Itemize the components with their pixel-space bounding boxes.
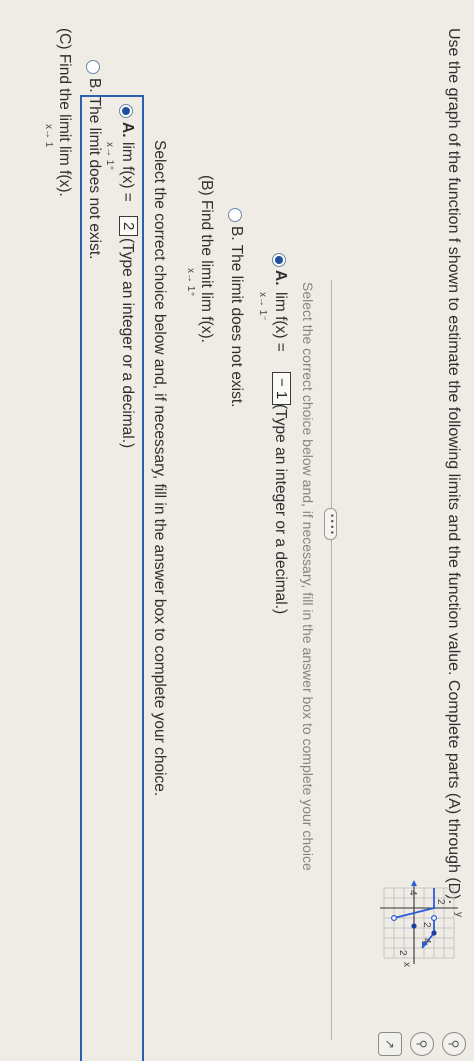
zoom-in-icon: ⚲ [447, 1039, 461, 1049]
prev-choice-b: B. The limit does not exist. [228, 226, 245, 408]
answer-border-bottom [80, 95, 82, 1061]
part-b-sub: x→ 1⁺ [185, 268, 196, 297]
graph-y-label: y [453, 912, 464, 917]
instruction-text: Use the graph of the function f shown to… [445, 28, 462, 905]
choice-b: B. The limit does not exist. [86, 78, 103, 260]
choice-a-hint: (Type an integer or a decimal.) [119, 238, 136, 449]
select-prompt-cut: Select the correct choice below and, if … [300, 282, 316, 871]
closed-point [411, 923, 417, 929]
graph-tick-2-right: 2 [421, 922, 432, 928]
zoom-out-button[interactable]: ⚲ [410, 1032, 434, 1056]
prev-choice-a-label: A. [272, 270, 289, 286]
choice-a-label: A. [119, 122, 136, 138]
screen: Use the graph of the function f shown to… [0, 0, 474, 1061]
more-button[interactable]: • • • • [324, 508, 337, 540]
choice-a-radio[interactable] [119, 104, 133, 118]
prev-lim-sub: x→ 1⁻ [257, 292, 268, 321]
zoom-in-button[interactable]: ⚲ [442, 1032, 466, 1056]
graph-tick-4: 4 [407, 890, 418, 896]
popout-icon: ↗ [383, 1038, 397, 1050]
graph-tick-2: 2 [435, 899, 446, 905]
lim-text: lim f(x) = [119, 142, 136, 202]
prev-answer-box[interactable]: − 1 [272, 372, 291, 406]
graph-x-label: x [401, 962, 412, 967]
prev-hint: (Type an integer or a decimal.) [272, 404, 289, 615]
open-point-2 [430, 914, 437, 921]
open-point [391, 914, 398, 921]
separator [331, 280, 332, 1040]
graph-svg [380, 880, 458, 964]
closed-point-2 [431, 930, 437, 936]
answer-box[interactable]: 2 [119, 216, 138, 237]
part-c-sub: x→ 1 [43, 124, 54, 148]
function-graph[interactable]: y x 4 2 2 4 2 [376, 878, 464, 968]
lim-sub: x→ 1⁺ [104, 142, 115, 171]
select-prompt: Select the correct choice below and, if … [151, 140, 168, 797]
prev-lim-text: lim f(x) = [272, 292, 289, 352]
popout-button[interactable]: ↗ [378, 1032, 402, 1056]
graph-tick-neg2: 2 [397, 950, 408, 956]
answer-border-top [142, 95, 144, 1061]
prev-choice-a-radio[interactable] [272, 253, 286, 267]
graph-tick-4-right: 4 [421, 938, 432, 944]
part-c-label: (C) Find the limit lim f(x). [56, 28, 73, 197]
part-b-label: (B) Find the limit lim f(x). [198, 175, 215, 343]
zoom-out-icon: ⚲ [415, 1039, 429, 1049]
choice-b-radio[interactable] [86, 60, 100, 74]
prev-choice-b-radio[interactable] [228, 208, 242, 222]
